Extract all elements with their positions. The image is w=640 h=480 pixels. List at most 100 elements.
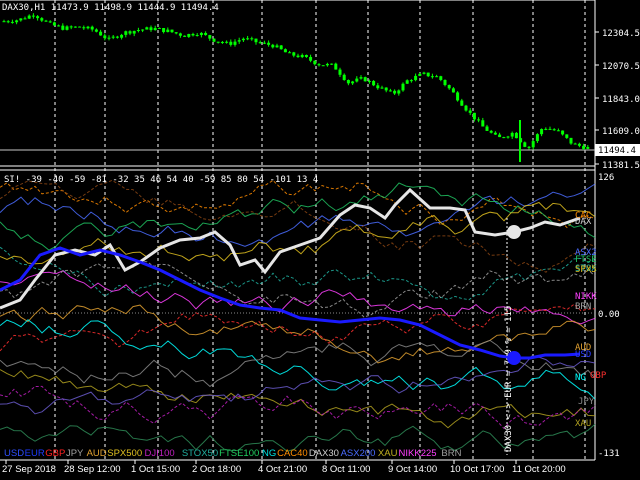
candle-body bbox=[124, 31, 128, 35]
candle-body bbox=[153, 27, 157, 31]
candle-body bbox=[73, 26, 77, 28]
legend-item: SPX500 bbox=[107, 448, 142, 459]
candle-body bbox=[346, 80, 350, 84]
candle-body bbox=[304, 54, 308, 57]
current-price-label: 11494.4 bbox=[598, 146, 636, 156]
candle-body bbox=[187, 33, 191, 37]
candle-body bbox=[15, 20, 19, 23]
price-axis-label: 11843.0 bbox=[602, 95, 640, 105]
indicator-legend: USD EUR GBP JPY AUD SPX500 DJI100 STOX50 FTSE100… bbox=[4, 448, 462, 459]
candle-body bbox=[397, 90, 401, 94]
candle-body bbox=[388, 90, 392, 92]
candle-body bbox=[23, 18, 27, 20]
vertical-annotation: DAX30 <-> EUR = 7.9 % = 115 bbox=[504, 306, 514, 452]
candle-body bbox=[99, 31, 103, 36]
dax-marker-dot bbox=[507, 225, 521, 239]
candle-body bbox=[409, 80, 413, 82]
candle-body bbox=[166, 29, 170, 33]
price-axis-label: 12304.5 bbox=[602, 29, 640, 39]
legend-item: FTSE100 bbox=[219, 448, 259, 459]
candle-body bbox=[2, 21, 6, 23]
time-axis-label: 8 Oct 11:00 bbox=[322, 464, 370, 475]
price-axis-label: 11381.5 bbox=[602, 161, 640, 171]
candle-body bbox=[288, 52, 292, 54]
time-axis-label: 1 Oct 15:00 bbox=[131, 464, 180, 475]
chart-canvas[interactable]: DAX30,H1 11473.9 11498.9 11444.9 11494.4… bbox=[0, 0, 640, 480]
candle-body bbox=[128, 31, 132, 34]
candle-body bbox=[535, 134, 539, 142]
legend-item: ASX200 bbox=[341, 448, 376, 459]
time-axis-label: 10 Oct 17:00 bbox=[450, 464, 504, 475]
candle-body bbox=[115, 36, 119, 38]
candle-body bbox=[61, 25, 65, 30]
legend-item: STOX50 bbox=[182, 448, 218, 459]
indicator-right-label: XAU bbox=[575, 419, 591, 429]
candle-body bbox=[178, 33, 182, 36]
candle-body bbox=[191, 33, 195, 36]
candle-body bbox=[561, 130, 565, 135]
candle-body bbox=[342, 74, 346, 81]
candle-body bbox=[435, 76, 439, 78]
candle-body bbox=[493, 132, 497, 135]
candle-body bbox=[510, 132, 514, 137]
candle-body bbox=[141, 29, 145, 31]
candle-body bbox=[460, 100, 464, 106]
candle-body bbox=[506, 136, 510, 138]
candle-body bbox=[334, 63, 338, 70]
candle-body bbox=[531, 141, 535, 148]
candle-body bbox=[10, 21, 14, 23]
indicator-right-label: JPY bbox=[578, 397, 595, 407]
indicator-right-label: GBP bbox=[590, 371, 607, 381]
candle-body bbox=[468, 110, 472, 113]
candle-body bbox=[199, 32, 203, 36]
candle-body bbox=[212, 38, 216, 42]
candle-body bbox=[527, 146, 531, 148]
legend-item: AUD bbox=[87, 448, 107, 459]
candle-body bbox=[422, 72, 426, 74]
time-axis-label: 11 Oct 20:00 bbox=[512, 464, 566, 475]
candle-body bbox=[233, 41, 237, 45]
candle-body bbox=[103, 35, 107, 39]
candle-body bbox=[258, 42, 262, 44]
candle-body bbox=[393, 90, 397, 94]
candle-body bbox=[556, 130, 560, 132]
candle-body bbox=[540, 129, 544, 135]
time-axis-label: 9 Oct 14:00 bbox=[388, 464, 437, 475]
legend-item: USD bbox=[4, 448, 24, 459]
candle-body bbox=[367, 80, 371, 82]
candle-body bbox=[309, 56, 313, 61]
candle-body bbox=[246, 38, 250, 40]
candle-body bbox=[321, 65, 325, 67]
indicator-axis-top: 126 bbox=[598, 173, 614, 183]
candle-body bbox=[498, 134, 502, 138]
candle-body bbox=[82, 27, 86, 29]
candle-body bbox=[216, 41, 220, 43]
candle-body bbox=[573, 143, 577, 145]
candle-body bbox=[330, 63, 334, 65]
candle-body bbox=[565, 134, 569, 138]
time-axis-label: 28 Sep 12:00 bbox=[64, 464, 121, 475]
candle-body bbox=[183, 35, 187, 37]
candle-body bbox=[195, 35, 199, 37]
candle-body bbox=[485, 126, 489, 131]
candle-body bbox=[283, 49, 287, 53]
candle-body bbox=[447, 85, 451, 89]
legend-item: NIKK225 bbox=[399, 448, 437, 459]
candle-body bbox=[90, 26, 94, 30]
candle-body bbox=[157, 27, 161, 29]
candle-body bbox=[19, 18, 23, 21]
candle-body bbox=[275, 45, 279, 48]
candle-body bbox=[477, 119, 481, 121]
candle-body bbox=[544, 128, 548, 130]
candle-body bbox=[514, 132, 518, 139]
candle-body bbox=[86, 26, 90, 29]
indicator-right-label: BRN bbox=[575, 302, 591, 312]
candle-body bbox=[586, 146, 590, 149]
candle-body bbox=[48, 21, 52, 23]
candle-body bbox=[384, 87, 388, 91]
candle-body bbox=[313, 60, 317, 65]
indicator-right-label: DAX bbox=[575, 217, 592, 227]
legend-item: EUR bbox=[25, 448, 45, 459]
candle-body bbox=[351, 81, 355, 84]
candle-body bbox=[292, 52, 296, 56]
